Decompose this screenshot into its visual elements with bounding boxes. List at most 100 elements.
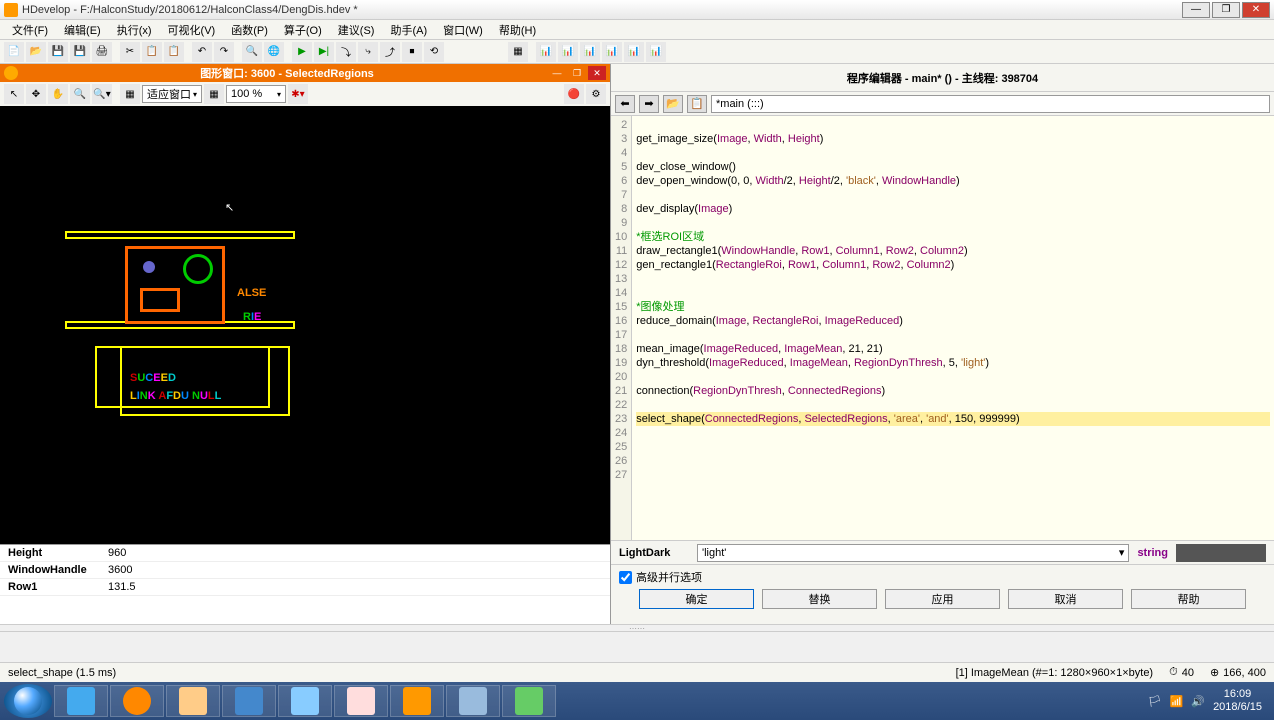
step-out-icon[interactable]: ⤴ xyxy=(380,42,400,62)
run-icon[interactable]: ▶ xyxy=(292,42,312,62)
pointer-icon[interactable]: ↖ xyxy=(4,84,24,104)
gw-minimize-button[interactable]: — xyxy=(548,66,566,80)
task-wmp[interactable] xyxy=(110,685,164,717)
task-app1[interactable] xyxy=(446,685,500,717)
task-wps[interactable] xyxy=(222,685,276,717)
task-paint[interactable] xyxy=(334,685,388,717)
status-coords: ⊕166, 400 xyxy=(1210,666,1266,679)
nav-forward-icon[interactable]: ➡ xyxy=(639,95,659,113)
tray-network-icon[interactable]: 📶 xyxy=(1170,695,1184,708)
step-over-icon[interactable]: ⤵ xyxy=(336,42,356,62)
code-editor[interactable]: 2345678910111213141516171819202122232425… xyxy=(611,116,1274,540)
assist5-icon[interactable]: 📊 xyxy=(624,42,644,62)
cut-icon[interactable]: ✂ xyxy=(120,42,140,62)
menu-execute[interactable]: 执行(x) xyxy=(109,20,160,40)
menu-operator[interactable]: 算子(O) xyxy=(276,20,330,40)
procedure-combo[interactable]: *main (:::) xyxy=(711,95,1270,113)
menu-assist[interactable]: 助手(A) xyxy=(382,20,435,40)
assist6-icon[interactable]: 📊 xyxy=(646,42,666,62)
timer-icon: ⏱ xyxy=(1169,666,1178,679)
print-icon[interactable]: 🖨 xyxy=(92,42,112,62)
cursor-icon: ↖ xyxy=(225,201,237,217)
graphics-canvas[interactable]: ALSE RIE SUCEED LINK AFDU NULL ↖ xyxy=(0,106,610,544)
paste-icon[interactable]: 📋 xyxy=(164,42,184,62)
hand-icon[interactable]: ✋ xyxy=(48,84,68,104)
menu-window[interactable]: 窗口(W) xyxy=(435,20,491,40)
menu-edit[interactable]: 编辑(E) xyxy=(56,20,109,40)
find-icon[interactable]: 🔍 xyxy=(242,42,262,62)
layout1-icon[interactable]: ▦ xyxy=(508,42,528,62)
assist3-icon[interactable]: 📊 xyxy=(580,42,600,62)
param-value-combo[interactable]: 'light'▾ xyxy=(697,544,1129,562)
zoom-combo[interactable]: 100 %▾ xyxy=(226,85,286,103)
start-button[interactable] xyxy=(4,684,52,718)
tray-flag-icon[interactable]: 🏳 xyxy=(1148,695,1162,708)
variable-inspector[interactable]: Height960 WindowHandle3600 Row1131.5 xyxy=(0,544,610,624)
open-icon[interactable]: 📂 xyxy=(26,42,46,62)
advanced-checkbox[interactable] xyxy=(619,571,632,584)
menu-visualize[interactable]: 可视化(V) xyxy=(160,20,224,40)
nav-list-icon[interactable]: 📋 xyxy=(687,95,707,113)
task-images[interactable] xyxy=(278,685,332,717)
saveall-icon[interactable]: 💾 xyxy=(70,42,90,62)
reset-icon[interactable]: ⟲ xyxy=(424,42,444,62)
zoom-mode-icon[interactable]: ▦ xyxy=(204,84,224,104)
task-explorer[interactable] xyxy=(166,685,220,717)
task-hdevelop[interactable] xyxy=(390,685,444,717)
nav-back-icon[interactable]: ⬅ xyxy=(615,95,635,113)
assist1-icon[interactable]: 📊 xyxy=(536,42,556,62)
cancel-button[interactable]: 取消 xyxy=(1008,589,1123,609)
step-icon[interactable]: ▶| xyxy=(314,42,334,62)
status-left: select_shape (1.5 ms) xyxy=(8,667,116,679)
fit-combo[interactable]: 适应窗口▾ xyxy=(142,85,202,103)
fit-icon[interactable]: ▦ xyxy=(120,84,140,104)
ok-button[interactable]: 确定 xyxy=(639,589,754,609)
task-app2[interactable] xyxy=(502,685,556,717)
gw-close-button[interactable]: ✕ xyxy=(588,66,606,80)
status-center: [1] ImageMean (#=1: 1280×960×1×byte) xyxy=(956,667,1154,679)
system-tray[interactable]: 🏳 📶 🔊 16:09 2018/6/15 xyxy=(1140,688,1270,714)
code-content[interactable]: get_image_size(Image, Width, Height) dev… xyxy=(632,116,1274,540)
menu-help[interactable]: 帮助(H) xyxy=(491,20,544,40)
menu-procedure[interactable]: 函数(P) xyxy=(223,20,276,40)
copy-icon[interactable]: 📋 xyxy=(142,42,162,62)
replace-button[interactable]: 替换 xyxy=(762,589,877,609)
help-button[interactable]: 帮助 xyxy=(1131,589,1246,609)
task-ie[interactable] xyxy=(54,685,108,717)
graphics-titlebar: 图形窗口: 3600 - SelectedRegions — ❐ ✕ xyxy=(0,64,610,82)
save-icon[interactable]: 💾 xyxy=(48,42,68,62)
nav-up-icon[interactable]: 📂 xyxy=(663,95,683,113)
zoom-icon[interactable]: 🔍 xyxy=(70,84,90,104)
param-type: string xyxy=(1137,547,1168,559)
assist4-icon[interactable]: 📊 xyxy=(602,42,622,62)
menu-suggest[interactable]: 建议(S) xyxy=(330,20,383,40)
main-area: 图形窗口: 3600 - SelectedRegions — ❐ ✕ ↖ ✥ ✋… xyxy=(0,64,1274,624)
close-button[interactable]: ✕ xyxy=(1242,2,1270,18)
web-icon[interactable]: 🌐 xyxy=(264,42,284,62)
graphics-icon xyxy=(4,66,18,80)
clock[interactable]: 16:09 2018/6/15 xyxy=(1213,688,1262,714)
menu-file[interactable]: 文件(F) xyxy=(4,20,56,40)
menubar: 文件(F) 编辑(E) 执行(x) 可视化(V) 函数(P) 算子(O) 建议(… xyxy=(0,20,1274,40)
step-into-icon[interactable]: ⤷ xyxy=(358,42,378,62)
drag-separator[interactable]: ⋯⋯ xyxy=(0,624,1274,632)
redo-icon[interactable]: ↷ xyxy=(214,42,234,62)
parameter-bar: LightDark 'light'▾ string xyxy=(611,540,1274,564)
assist2-icon[interactable]: 📊 xyxy=(558,42,578,62)
new-icon[interactable]: 📄 xyxy=(4,42,24,62)
minimize-button[interactable]: — xyxy=(1182,2,1210,18)
graphics-panel: 图形窗口: 3600 - SelectedRegions — ❐ ✕ ↖ ✥ ✋… xyxy=(0,64,610,624)
apply-button[interactable]: 应用 xyxy=(885,589,1000,609)
tray-volume-icon[interactable]: 🔊 xyxy=(1191,695,1205,708)
clear-icon[interactable]: ✱▾ xyxy=(288,84,308,104)
gw-maximize-button[interactable]: ❐ xyxy=(568,66,586,80)
window-controls: — ❐ ✕ xyxy=(1182,2,1270,18)
stop-icon[interactable]: ⏹ xyxy=(402,42,422,62)
move-icon[interactable]: ✥ xyxy=(26,84,46,104)
record-icon[interactable]: 🔴 xyxy=(564,84,584,104)
undo-icon[interactable]: ↶ xyxy=(192,42,212,62)
zoom-dropdown-icon[interactable]: 🔍▾ xyxy=(92,84,112,104)
editor-panel: 程序编辑器 - main* () - 主线程: 398704 ⬅ ➡ 📂 📋 *… xyxy=(610,64,1274,624)
settings-icon[interactable]: ⚙ xyxy=(586,84,606,104)
maximize-button[interactable]: ❐ xyxy=(1212,2,1240,18)
